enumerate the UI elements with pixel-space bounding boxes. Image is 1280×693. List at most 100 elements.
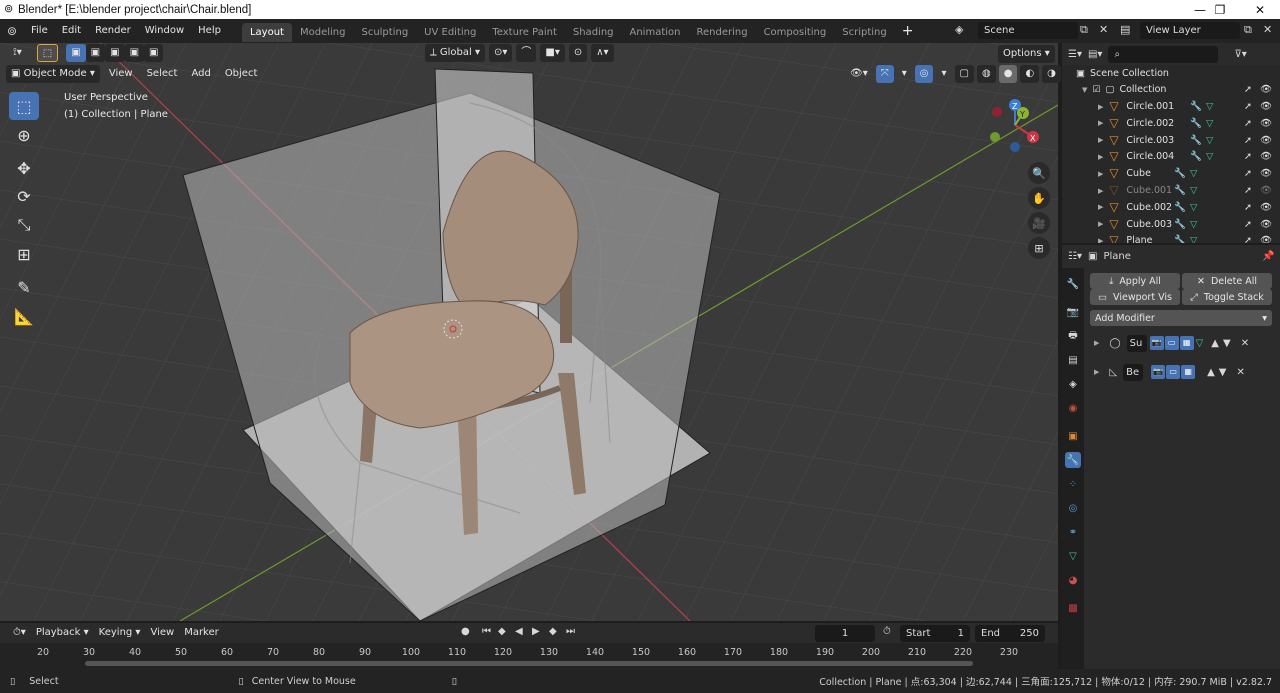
modifier-wrench-icon[interactable]: 🔧: [1174, 235, 1186, 243]
expand-item-icon[interactable]: ▶: [1098, 187, 1103, 195]
move-up-icon[interactable]: ▲: [1211, 338, 1219, 349]
snap-icon[interactable]: ⌒: [516, 44, 537, 62]
scene-tab-icon[interactable]: ◈: [1065, 376, 1081, 392]
tab-animation[interactable]: Animation: [622, 23, 689, 42]
modifier-wrench-icon[interactable]: 🔧: [1174, 185, 1186, 196]
rotate-tool-icon[interactable]: ⟳: [9, 182, 39, 210]
object-tab-icon[interactable]: ▣: [1065, 428, 1081, 444]
move-tool-icon[interactable]: ✥: [9, 154, 39, 182]
select-mode-invert-icon[interactable]: ▣: [124, 44, 145, 62]
remove-modifier-icon[interactable]: ✕: [1237, 367, 1245, 378]
menu-window[interactable]: Window: [138, 19, 191, 43]
selectable-arrow-icon[interactable]: ➚: [1244, 235, 1252, 243]
visibility-eye-icon[interactable]: 👁: [1260, 135, 1272, 146]
visibility-icon[interactable]: 👁▾: [845, 65, 873, 83]
tab-rendering[interactable]: Rendering: [688, 23, 755, 42]
gizmo-toggle-icon[interactable]: ⤧: [875, 65, 894, 83]
viewport-toggle-icon[interactable]: ▭: [1166, 365, 1181, 379]
render-tab-icon[interactable]: 📷: [1065, 304, 1081, 320]
select-mode-subtract-icon[interactable]: ▣: [105, 44, 125, 62]
visibility-eye-icon[interactable]: 👁: [1260, 151, 1272, 162]
expand-item-icon[interactable]: ▶: [1098, 237, 1103, 243]
select-box-tool-icon[interactable]: ⬚: [9, 92, 39, 120]
visibility-eye-icon[interactable]: 👁: [1260, 235, 1272, 243]
add-menu[interactable]: Add: [186, 65, 215, 83]
delete-all-button[interactable]: ✕ Delete All: [1182, 273, 1272, 289]
physics-tab-icon[interactable]: ◎: [1065, 500, 1081, 516]
prev-keyframe-icon[interactable]: ◆: [498, 626, 506, 637]
visibility-eye-icon[interactable]: 👁: [1260, 118, 1272, 129]
outliner-item[interactable]: ▶ ▽ Cube.002 🔧 ▽ ➚ 👁: [1062, 199, 1280, 216]
tab-sculpting[interactable]: Sculpting: [353, 23, 416, 42]
mesh-data-icon[interactable]: ▽: [1190, 202, 1197, 213]
outliner-item[interactable]: ▶ ▽ Circle.003 🔧 ▽ ➚ 👁: [1062, 132, 1280, 149]
xray-icon[interactable]: ▢: [954, 65, 974, 83]
expand-item-icon[interactable]: ▶: [1098, 153, 1103, 161]
render-toggle-icon[interactable]: 📷: [1151, 365, 1166, 379]
modifier-row-bevel[interactable]: ▶ ◺ Be 📷 ▭ ▦ ▲ ▼ ✕: [1088, 361, 1274, 383]
cursor-tool-icon[interactable]: ⊕: [9, 121, 39, 149]
visibility-eye-icon[interactable]: 👁: [1260, 84, 1272, 95]
material-shading-icon[interactable]: ◐: [1020, 65, 1040, 83]
navigation-gizmo[interactable]: Z X Y: [985, 95, 1045, 155]
timeline-scrollbar[interactable]: [85, 661, 973, 666]
outliner-item[interactable]: ▶ ▽ Cube 🔧 ▽ ➚ 👁: [1062, 165, 1280, 182]
mesh-data-icon[interactable]: ▽: [1190, 235, 1197, 243]
tab-shading[interactable]: Shading: [565, 23, 622, 42]
options-dropdown[interactable]: Options ▾: [998, 45, 1055, 63]
apply-all-button[interactable]: ⤓ Apply All: [1090, 273, 1180, 289]
selectable-arrow-icon[interactable]: ➚: [1244, 84, 1252, 95]
tab-texture-paint[interactable]: Texture Paint: [484, 23, 565, 42]
viewport-toggle-icon[interactable]: ▭: [1164, 336, 1179, 350]
selectable-arrow-icon[interactable]: ➚: [1244, 135, 1252, 146]
overlay-dropdown-icon[interactable]: ▾: [936, 65, 951, 83]
object-mode-dropdown[interactable]: ▣ Object Mode ▾: [6, 65, 100, 83]
modifier-wrench-icon[interactable]: 🔧: [1190, 151, 1202, 162]
timeline-ruler[interactable]: 20 30 40 50 60 70 80 90 100 110 120 130 140 150 160 170…: [0, 643, 1058, 669]
render-toggle-icon[interactable]: 📷: [1149, 336, 1164, 350]
mesh-data-icon[interactable]: ▽: [1206, 135, 1213, 146]
jump-end-icon[interactable]: ⏭: [566, 626, 575, 637]
view-layer-tab-icon[interactable]: ▤: [1065, 352, 1081, 368]
outliner-item[interactable]: ▶ ▽ Circle.004 🔧 ▽ ➚ 👁: [1062, 148, 1280, 165]
scale-tool-icon[interactable]: ⤡: [9, 211, 39, 239]
next-keyframe-icon[interactable]: ◆: [549, 626, 557, 637]
visibility-eye-icon[interactable]: 👁: [1260, 219, 1272, 230]
pin-icon[interactable]: 📌: [1262, 251, 1274, 262]
new-view-layer-icon[interactable]: ⧉: [1244, 23, 1252, 37]
outliner-search-input[interactable]: ⌕: [1108, 45, 1219, 63]
mesh-data-icon[interactable]: ▽: [1206, 151, 1213, 162]
snap-target-icon[interactable]: ■▾: [540, 44, 565, 62]
marker-menu[interactable]: Marker: [179, 624, 224, 642]
close-window-button[interactable]: ✕: [1240, 0, 1280, 19]
gizmo-dropdown-icon[interactable]: ▾: [897, 65, 912, 83]
current-frame-field[interactable]: 1: [815, 625, 875, 642]
data-tab-icon[interactable]: ▽: [1065, 548, 1081, 564]
expand-modifier-icon[interactable]: ▶: [1094, 368, 1099, 376]
expand-item-icon[interactable]: ▶: [1098, 136, 1103, 144]
material-tab-icon[interactable]: ◕: [1065, 572, 1081, 588]
expand-item-icon[interactable]: ▶: [1098, 103, 1103, 111]
selectable-arrow-icon[interactable]: ➚: [1244, 202, 1252, 213]
add-modifier-dropdown[interactable]: Add Modifier ▾: [1090, 310, 1272, 326]
toggle-stack-button[interactable]: ⤢ Toggle Stack: [1182, 289, 1272, 305]
keying-menu[interactable]: Keying ▾: [94, 624, 146, 642]
pivot-icon[interactable]: ⊙▾: [488, 44, 513, 62]
move-up-icon[interactable]: ▲: [1207, 367, 1215, 378]
properties-editor-icon[interactable]: ☷▾: [1068, 251, 1082, 262]
scene-selector[interactable]: Scene: [978, 22, 1078, 39]
selectable-arrow-icon[interactable]: ➚: [1244, 168, 1252, 179]
visibility-eye-icon[interactable]: 👁: [1260, 168, 1272, 179]
view-menu[interactable]: View: [104, 65, 138, 83]
selectable-arrow-icon[interactable]: ➚: [1244, 185, 1252, 196]
modifier-wrench-icon[interactable]: 🔧: [1190, 135, 1202, 146]
menu-file[interactable]: File: [24, 19, 55, 43]
editor-type-icon[interactable]: ⟟▾: [8, 44, 27, 62]
select-mode-new-icon[interactable]: ▣: [66, 44, 86, 62]
outliner-editor-icon[interactable]: ☰▾: [1068, 49, 1082, 60]
outliner-item[interactable]: ▶ ▽ Cube.001 🔧 ▽ ➚ 👁: [1062, 182, 1280, 199]
orientation-dropdown[interactable]: ⟂ Global ▾: [425, 44, 485, 62]
mesh-data-icon[interactable]: ▽: [1206, 118, 1213, 129]
outliner-item[interactable]: ▶ ▽ Circle.001 🔧 ▽ ➚ 👁: [1062, 98, 1280, 115]
expand-item-icon[interactable]: ▶: [1098, 203, 1103, 211]
